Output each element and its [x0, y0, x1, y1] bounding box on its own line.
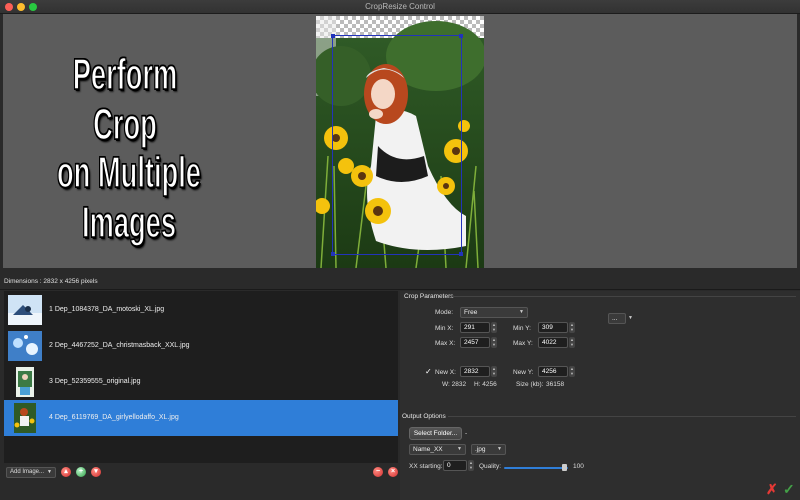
image-dimensions: Dimensions : 2832 x 4256 pixels: [4, 278, 98, 285]
xx-starting-field[interactable]: 0: [443, 460, 467, 471]
size-label: Size (kb):: [516, 381, 544, 388]
max-x-stepper[interactable]: ▲ ▼: [491, 337, 497, 348]
max-x-field[interactable]: 2457: [460, 337, 490, 348]
crop-rectangle[interactable]: [331, 34, 463, 256]
mode-label: Mode:: [435, 309, 454, 316]
thumbnail-motoski: [8, 295, 42, 325]
file-name: 3 Dep_52359555_original.jpg: [49, 378, 141, 385]
plus-icon: +: [78, 468, 84, 475]
width-readout: W: 2832: [442, 381, 467, 388]
promo-line-2: on Multiple Images: [57, 147, 202, 248]
remove-button[interactable]: −: [373, 467, 383, 477]
cancel-button[interactable]: ✗: [766, 481, 778, 498]
file-list[interactable]: 1 Dep_1084378_DA_motoski_XL.jpg 2 Dep_44…: [4, 291, 398, 463]
add-button[interactable]: +: [76, 467, 86, 477]
arrow-up-icon: ▴: [64, 468, 68, 475]
format-value: .jpg: [475, 446, 486, 453]
min-y-stepper[interactable]: ▲ ▼: [569, 322, 575, 333]
close-icon: ×: [390, 468, 396, 475]
min-y-label: Min Y:: [513, 325, 531, 332]
crop-handle-top-left[interactable]: [331, 34, 335, 38]
file-list-toolbar: Add Image... ▼ ▴ + ▾ − ×: [4, 463, 398, 481]
min-x-stepper[interactable]: ▲ ▼: [491, 322, 497, 333]
divider: [448, 416, 796, 417]
file-name: 4 Dep_6119769_DA_girlyellodaffo_XL.jpg: [49, 414, 179, 421]
min-x-label: Min X:: [435, 325, 454, 332]
mode-value: Free: [464, 309, 478, 316]
size-value: 36158: [546, 381, 565, 388]
thumbnail-original: [16, 367, 34, 397]
thumbnail-image: [8, 331, 42, 361]
new-x-label: New X:: [435, 369, 456, 376]
file-name: 1 Dep_1084378_DA_motoski_XL.jpg: [49, 306, 165, 313]
quality-value: 100: [573, 463, 584, 470]
select-folder-button[interactable]: Select Folder...: [409, 427, 462, 440]
mode-select[interactable]: Free ▼: [460, 307, 528, 318]
min-y-field[interactable]: 309: [538, 322, 568, 333]
chevron-down-icon: ▼: [519, 309, 524, 315]
new-size-checkbox[interactable]: ✓: [425, 367, 432, 376]
new-x-field[interactable]: 2832: [460, 366, 490, 377]
max-y-field[interactable]: 4022: [538, 337, 568, 348]
thumbnail-image: [8, 367, 42, 397]
crop-handle-bottom-left[interactable]: [331, 252, 335, 256]
file-row-1[interactable]: 1 Dep_1084378_DA_motoski_XL.jpg: [4, 292, 398, 328]
new-x-stepper[interactable]: ▲ ▼: [491, 366, 497, 377]
quality-slider[interactable]: [504, 467, 568, 469]
move-down-button[interactable]: ▾: [91, 467, 101, 477]
extra-options-select[interactable]: ... ▼: [608, 313, 633, 324]
name-pattern-select[interactable]: Name_XX ▼: [409, 444, 466, 455]
crop-handle-bottom-right[interactable]: [459, 252, 463, 256]
add-image-label: Add Image...: [10, 469, 45, 475]
chevron-down-icon: ▼: [628, 315, 633, 321]
output-options-title: Output Options: [402, 413, 446, 420]
file-row-4[interactable]: 4 Dep_6119769_DA_girlyellodaffo_XL.jpg: [4, 400, 398, 436]
divider: [0, 289, 800, 290]
thumbnail-christmas: [8, 331, 42, 361]
xx-starting-stepper[interactable]: ▲ ▼: [468, 460, 474, 471]
chevron-down-icon: ▼: [47, 469, 52, 475]
settings-panel: Crop Parameters Mode: Free ▼ ... ▼ Min X…: [400, 291, 800, 500]
checkmark-icon: ✓: [783, 481, 795, 497]
thumbnail-girl-daffodils: [14, 403, 36, 433]
file-name: 2 Dep_4467252_DA_christmasback_XXL.jpg: [49, 342, 190, 349]
thumbnail-image: [8, 295, 42, 325]
title-bar: CropResize Control: [0, 0, 800, 14]
crop-handle-top-right[interactable]: [459, 34, 463, 38]
crop-parameters-title: Crop Parameters: [404, 293, 454, 300]
xx-starting-label: XX starting:: [409, 463, 443, 470]
move-up-button[interactable]: ▴: [61, 467, 71, 477]
add-image-dropdown[interactable]: Add Image... ▼: [6, 467, 56, 478]
quality-label: Quality:: [479, 463, 502, 470]
min-x-field[interactable]: 291: [460, 322, 490, 333]
folder-path: -: [465, 430, 468, 437]
extra-options-value: ...: [612, 315, 618, 322]
new-y-label: New Y:: [513, 369, 534, 376]
minus-icon: −: [375, 468, 381, 475]
chevron-down-icon: ▼: [497, 446, 502, 452]
promo-line-1: Perform Crop: [72, 49, 178, 150]
quality-slider-thumb[interactable]: [561, 464, 567, 471]
format-select[interactable]: .jpg ▼: [471, 444, 506, 455]
name-pattern-value: Name_XX: [413, 446, 443, 453]
divider: [452, 296, 796, 297]
chevron-down-icon: ▼: [457, 446, 462, 452]
file-row-2[interactable]: 2 Dep_4467252_DA_christmasback_XXL.jpg: [4, 328, 398, 364]
max-x-label: Max X:: [435, 340, 456, 347]
new-y-field[interactable]: 4256: [538, 366, 568, 377]
max-y-label: Max Y:: [513, 340, 533, 347]
ok-button[interactable]: ✓: [783, 481, 795, 498]
max-y-stepper[interactable]: ▲ ▼: [569, 337, 575, 348]
window-title: CropResize Control: [365, 2, 435, 11]
close-icon: ✗: [766, 481, 778, 497]
arrow-down-icon: ▾: [94, 468, 98, 475]
file-row-3[interactable]: 3 Dep_52359555_original.jpg: [4, 364, 398, 400]
thumbnail-image: [8, 403, 42, 433]
remove-all-button[interactable]: ×: [388, 467, 398, 477]
height-readout: H: 4256: [474, 381, 497, 388]
new-y-stepper[interactable]: ▲ ▼: [569, 366, 575, 377]
